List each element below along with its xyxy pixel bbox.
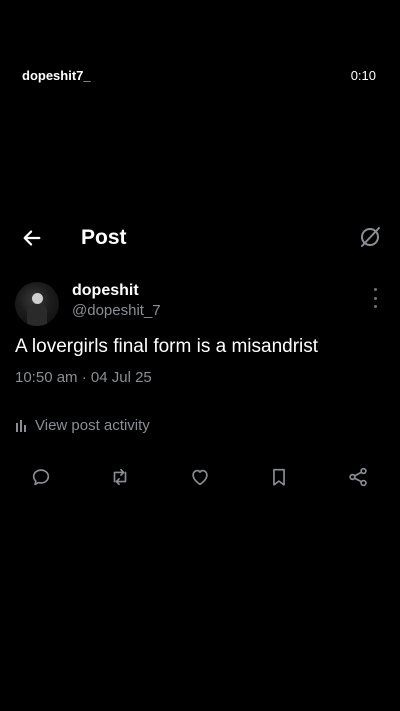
view-post-activity-label: View post activity [35,417,150,434]
view-post-activity-link[interactable]: View post activity [15,417,150,434]
analytics-icon [16,419,26,432]
page-title: Post [81,226,127,249]
share-button[interactable] [344,463,372,491]
display-name[interactable]: dopeshit [72,282,139,300]
repost-icon [113,468,127,486]
like-icon [192,469,208,486]
like-button[interactable] [186,463,214,491]
repost-button[interactable] [106,463,134,491]
reply-button[interactable] [27,463,55,491]
grok-icon [361,227,380,247]
reply-icon [32,469,50,486]
back-button[interactable] [18,224,46,252]
overlay-time: 0:10 [350,68,376,83]
avatar-figure [27,304,47,326]
top-bar: Post [0,216,400,260]
more-dot-icon [373,296,377,300]
post-text: A lovergirls final form is a misandrist [15,336,319,357]
more-dot-icon [373,305,377,308]
action-bar [0,463,400,491]
grok-button[interactable] [356,223,384,251]
overlay-username: dopeshit7_ [22,68,91,83]
share-icon [349,467,367,487]
avatar[interactable] [15,282,59,326]
handle[interactable]: @dopeshit_7 [72,302,161,319]
bookmark-icon [273,468,285,486]
bookmark-button[interactable] [265,463,293,491]
more-dot-icon [373,288,377,291]
more-options-button[interactable] [370,288,380,308]
back-arrow-icon [23,230,41,246]
avatar-highlight [32,293,43,304]
post-timestamp: 10:50 am · 04 Jul 25 [15,369,152,386]
